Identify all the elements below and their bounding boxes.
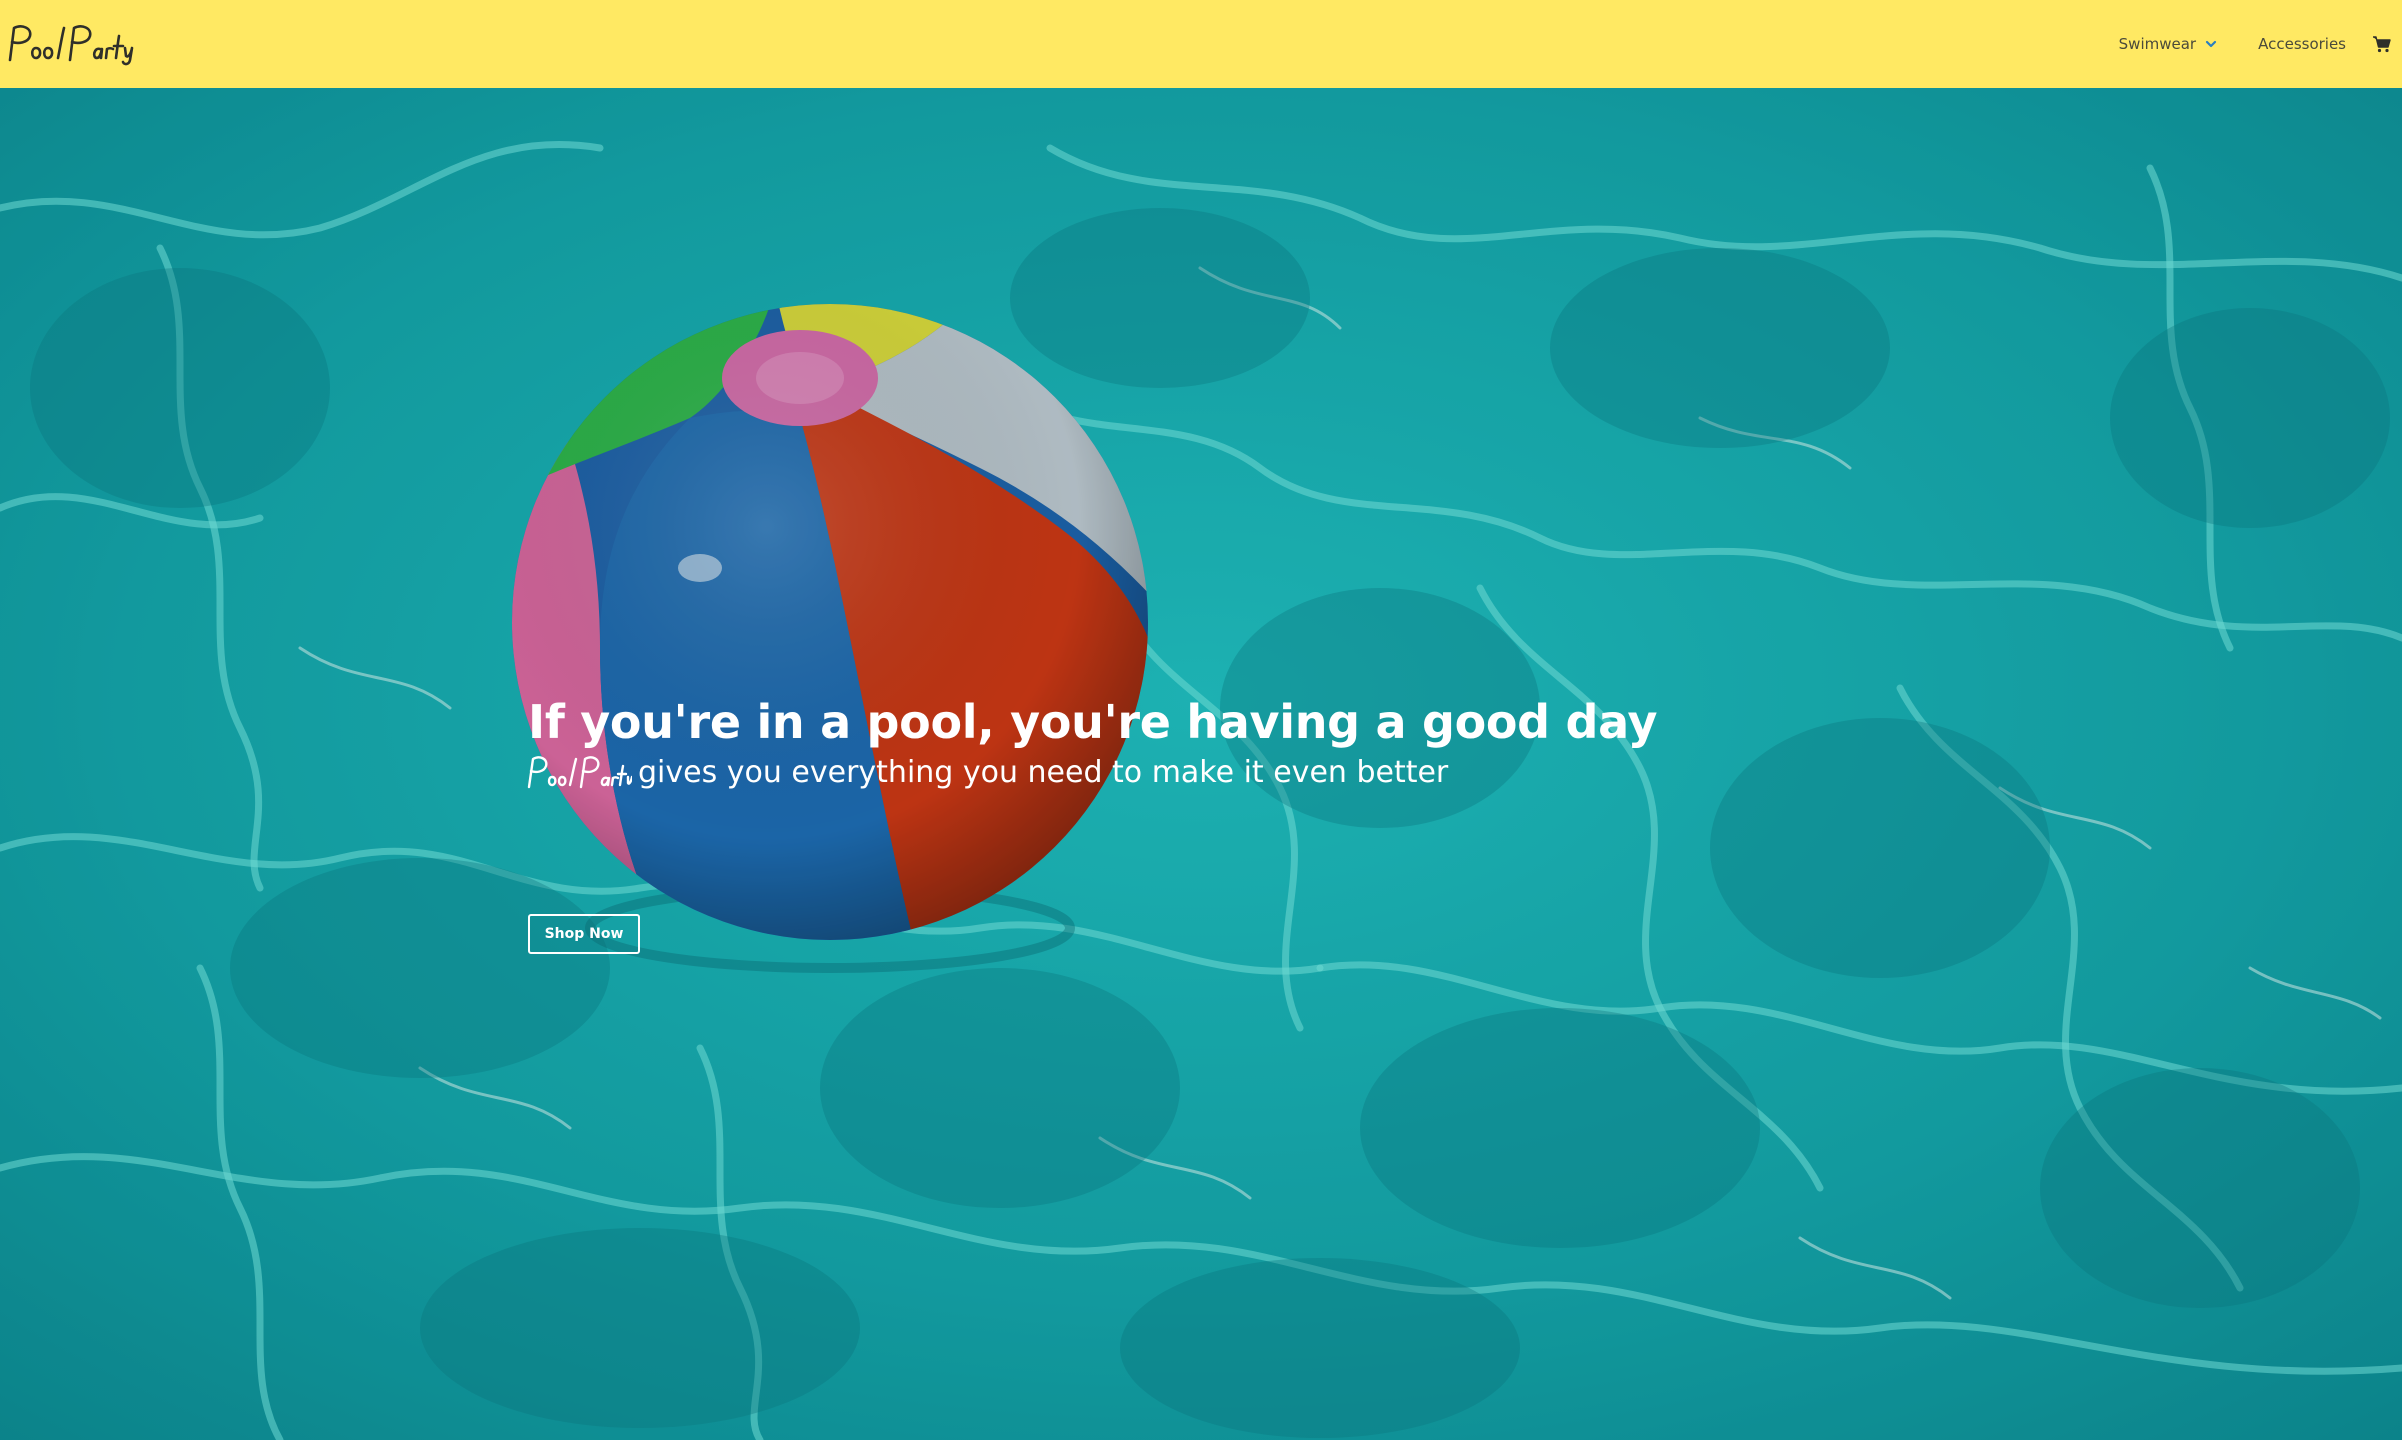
hero-subline: gives you everything you need to make it… <box>527 752 1628 792</box>
nav-item-accessories[interactable]: Accessories <box>2258 35 2346 53</box>
pool-party-logo <box>8 25 134 66</box>
nav-item-accessories-label: Accessories <box>2258 35 2346 53</box>
shop-now-button[interactable]: Shop Now <box>528 914 640 954</box>
brand-logo[interactable] <box>4 20 134 66</box>
nav-item-swimwear-label: Swimwear <box>2118 35 2197 53</box>
nav-item-swimwear[interactable]: Swimwear <box>2119 35 2218 53</box>
hero-section: If you're in a pool, you're having a goo… <box>0 88 2402 1440</box>
main-nav: Swimwear Accessories <box>2119 0 2402 88</box>
hero-headline: If you're in a pool, you're having a goo… <box>528 695 1658 749</box>
chevron-down-icon <box>2204 37 2218 51</box>
shopping-cart-icon[interactable] <box>2372 34 2392 54</box>
site-header: Swimwear Accessories <box>0 0 2402 88</box>
subline-brand-logo <box>524 752 634 792</box>
hero-text: If you're in a pool, you're having a goo… <box>527 694 1658 954</box>
hero-subline-text: gives you everything you need to make it… <box>638 754 1449 790</box>
